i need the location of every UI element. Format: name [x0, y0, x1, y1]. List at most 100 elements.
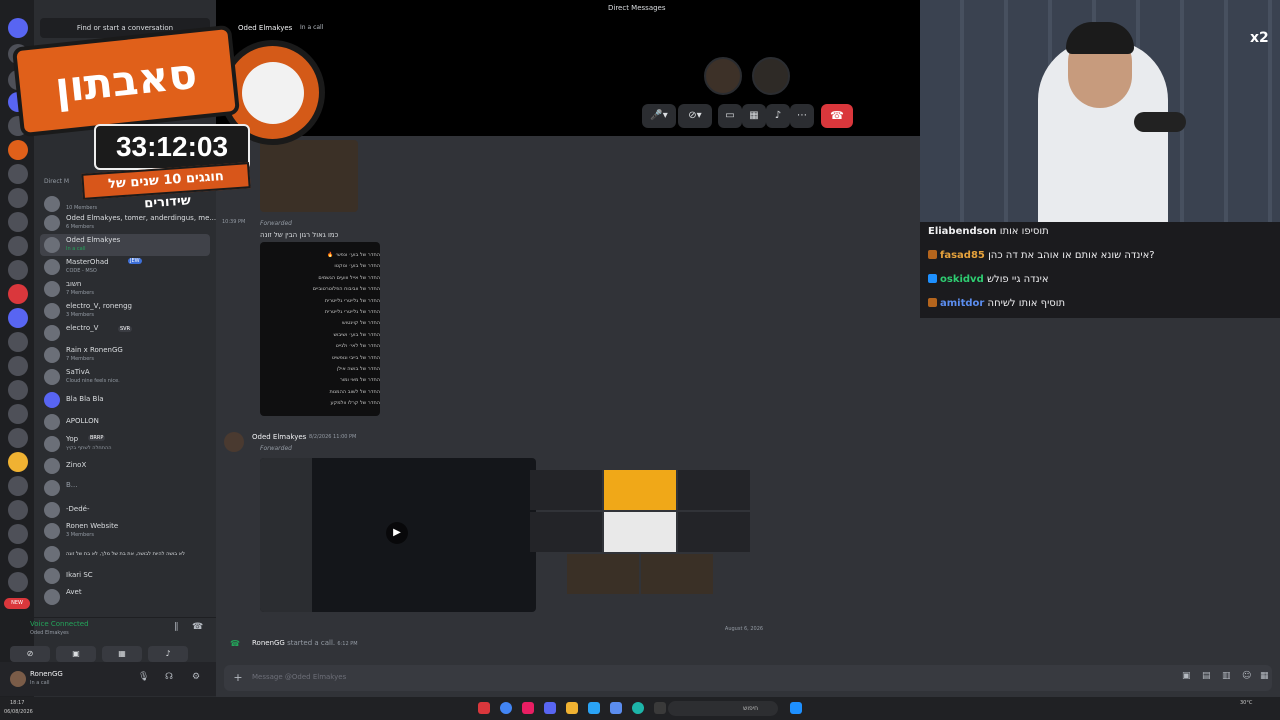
server-icon[interactable]: [8, 428, 28, 448]
chat-line: oskidvd אינדה גיי פולש: [928, 274, 1049, 285]
image-text-row: החדר של גלייטרי גלייטרית: [324, 308, 380, 315]
dm-sub: In a call: [66, 246, 86, 252]
dm-item-selected[interactable]: Oded Elmakyes In a call: [40, 234, 210, 256]
image-text-row: החדר של קרלו וולמקע: [330, 400, 380, 407]
attachment-image[interactable]: החדר של בוע׳ ונפש׳ 🔥 החדר של בוע׳ ונוקטו…: [260, 242, 380, 416]
app-icon[interactable]: [522, 702, 534, 714]
server-icon[interactable]: [8, 332, 28, 352]
server-icon[interactable]: [8, 212, 28, 232]
new-badge[interactable]: NEW: [4, 598, 30, 609]
activities-icon[interactable]: ▦: [742, 104, 766, 128]
server-icon[interactable]: [8, 548, 28, 568]
dm-item[interactable]: Yop ההתחלה לשתף בקיץ BRRP: [40, 433, 210, 455]
mic-icon[interactable]: 🎙: [138, 672, 149, 682]
soundboard-icon[interactable]: ♪: [766, 104, 790, 128]
dm-item[interactable]: Ronen Website 3 Members: [40, 520, 210, 542]
dm-item[interactable]: electro_V SVR: [40, 322, 210, 344]
server-icon[interactable]: [8, 500, 28, 520]
app-icon[interactable]: [610, 702, 622, 714]
avatar[interactable]: [224, 432, 244, 452]
dm-item[interactable]: Bla Bla Bla: [40, 389, 210, 411]
windows-start-icon[interactable]: [790, 702, 802, 714]
server-icon[interactable]: [8, 452, 28, 472]
dm-item[interactable]: B...: [40, 477, 210, 499]
taskbar-search[interactable]: חיפוש: [668, 701, 778, 716]
server-icon[interactable]: [8, 524, 28, 544]
chat-line: amitdor תוסיף אותו לשיחה: [928, 298, 1065, 309]
chat-username[interactable]: oskidvd: [940, 274, 984, 285]
app-icon[interactable]: [654, 702, 666, 714]
soundboard-icon[interactable]: ♪: [148, 646, 188, 662]
server-icon[interactable]: [8, 308, 28, 328]
edge-icon[interactable]: [632, 702, 644, 714]
activities-icon[interactable]: ▦: [102, 646, 142, 662]
forwarded-label: Forwarded: [260, 445, 292, 452]
dm-item[interactable]: MasterOhad CODE - MSO JEW: [40, 256, 210, 278]
dm-item[interactable]: ZinoX: [40, 455, 210, 477]
plus-icon[interactable]: +: [230, 670, 246, 686]
gift-icon[interactable]: ▣: [1182, 671, 1191, 681]
play-icon[interactable]: ▶: [386, 522, 408, 544]
message-author[interactable]: Oded Elmakyes: [252, 433, 306, 441]
sub-badge-icon: [928, 274, 937, 283]
chat-username[interactable]: amitdor: [940, 298, 984, 309]
dm-item[interactable]: APOLLON: [40, 411, 210, 433]
hang-up-icon[interactable]: ☎: [821, 104, 853, 128]
dm-item[interactable]: electro_V, ronengg 3 Members: [40, 300, 210, 322]
video-tile: [678, 470, 750, 510]
dm-sub: 10 Members: [66, 205, 98, 211]
screen-share-icon[interactable]: ▭: [718, 104, 742, 128]
participant-avatar[interactable]: [752, 57, 790, 95]
system-message-user[interactable]: RonenGG: [252, 639, 285, 647]
dm-item[interactable]: Oded Elmakyes, tomer, anderdingus, me...…: [40, 212, 216, 234]
dm-item[interactable]: Rain x RonenGG 7 Members: [40, 344, 210, 366]
emoji-icon[interactable]: ☺: [1242, 671, 1251, 681]
camera-off-icon[interactable]: ⊘▾: [678, 104, 712, 128]
folder-icon[interactable]: [566, 702, 578, 714]
browser-icon[interactable]: [500, 702, 512, 714]
app-icon[interactable]: [588, 702, 600, 714]
camera-off-icon[interactable]: ⊘: [10, 646, 50, 662]
avatar[interactable]: [10, 671, 26, 687]
user-panel: RonenGG In a call 🎙 ☊ ⚙: [0, 662, 216, 696]
server-icon[interactable]: [8, 572, 28, 592]
video-grid: [530, 470, 750, 596]
sticker-icon[interactable]: ▥: [1222, 671, 1231, 681]
dm-item[interactable]: חשוב 7 Members: [40, 278, 210, 300]
more-icon[interactable]: ⋯: [790, 104, 814, 128]
avatar: [44, 568, 60, 584]
dm-item[interactable]: SaTivA Cloud nine feels nice.: [40, 366, 210, 388]
headphones-icon[interactable]: ☊: [165, 672, 173, 682]
server-icon[interactable]: [8, 236, 28, 256]
window-title: Direct Messages: [608, 4, 666, 12]
gif-icon[interactable]: ▤: [1202, 671, 1211, 681]
dm-name: -Dedé-: [66, 505, 90, 513]
composer-placeholder[interactable]: Message @Oded Elmakyes: [252, 673, 346, 681]
chat-username[interactable]: fasad85: [940, 250, 985, 261]
apps-icon[interactable]: ▦: [1260, 671, 1269, 681]
server-icon[interactable]: [8, 476, 28, 496]
avatar: [44, 502, 60, 518]
chat-username[interactable]: Eliabendson: [928, 226, 997, 237]
disconnect-icon[interactable]: ☎: [192, 622, 203, 632]
dm-item[interactable]: Ikari SC: [40, 565, 210, 587]
discord-icon[interactable]: [544, 702, 556, 714]
server-icon[interactable]: [8, 284, 28, 304]
role-badge: JEW: [128, 258, 142, 264]
mic-icon[interactable]: 🎤▾: [642, 104, 676, 128]
app-icon[interactable]: [478, 702, 490, 714]
participant-avatar[interactable]: [704, 57, 742, 95]
server-icon[interactable]: [8, 260, 28, 280]
screen-share-icon[interactable]: ▣: [56, 646, 96, 662]
video-tile: [678, 512, 750, 552]
dm-item[interactable]: -Dedé-: [40, 499, 210, 521]
server-icon[interactable]: [8, 356, 28, 376]
voice-signal-icon[interactable]: ∥: [174, 622, 179, 632]
dm-item[interactable]: Avet: [40, 586, 210, 608]
server-icon[interactable]: [8, 380, 28, 400]
server-icon[interactable]: [8, 404, 28, 424]
image-text-row: החדר של גלייטרי גלייטרית: [324, 297, 380, 304]
message-composer[interactable]: + Message @Oded Elmakyes ▣ ▤ ▥ ☺ ▦: [224, 665, 1272, 691]
settings-icon[interactable]: ⚙: [192, 672, 200, 682]
dm-item[interactable]: לא בושה להיות לבושה, את בת של מלך, לא בת…: [40, 543, 210, 565]
